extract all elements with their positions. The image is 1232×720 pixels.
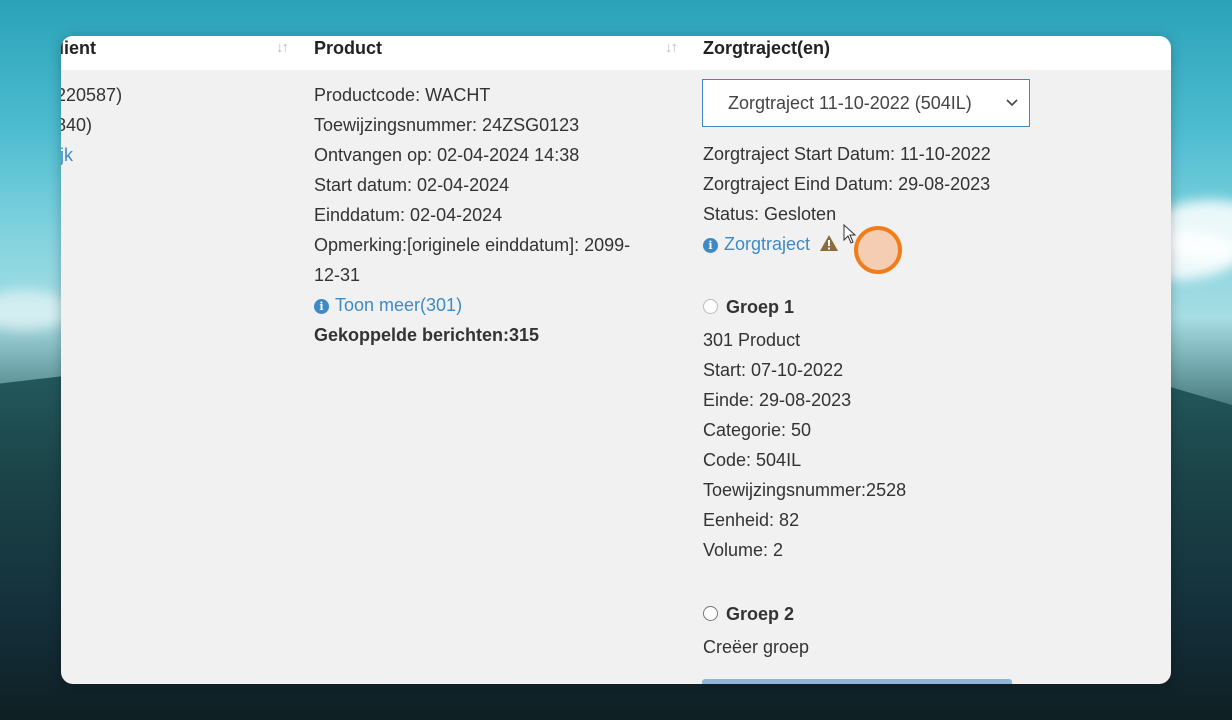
groep1-line: Eenheid: 82 — [703, 510, 800, 530]
warning-icon[interactable] — [819, 231, 839, 261]
zorgtraject-select[interactable]: Zorgtraject 11-10-2022 (504IL) — [702, 79, 1030, 127]
groep2-label: Groep 2 — [726, 604, 795, 624]
product-line: Toewijzingsnummer: 24ZSG0123 — [314, 115, 580, 135]
zorgtraject-eind: Zorgtraject Eind Datum: 29-08-2023 — [703, 174, 991, 194]
groep1-line: Einde: 29-08-2023 — [703, 390, 852, 410]
groep1-line: Categorie: 50 — [703, 420, 812, 440]
toon-meer-label: Toon meer(301) — [335, 295, 463, 315]
product-line: Productcode: WACHT — [314, 85, 491, 105]
sort-icon[interactable]: ↓↑ — [665, 39, 678, 56]
zorgtraject-start: Zorgtraject Start Datum: 11-10-2022 — [703, 144, 991, 164]
groep1-line: Start: 07-10-2022 — [703, 360, 844, 380]
client-cell: 220587) 840) ijk — [61, 80, 122, 170]
product-line: Einddatum: 02-04-2024 — [314, 205, 503, 225]
groep1-header: Groep 1 — [703, 292, 906, 322]
client-line: 840) — [61, 115, 93, 135]
product-line: Ontvangen op: 02-04-2024 14:38 — [314, 145, 580, 165]
toon-meer-link[interactable]: i Toon meer(301) — [314, 290, 630, 320]
table-header: lient ↓↑ Product ↓↑ Zorgtraject(en) — [61, 36, 1171, 70]
cloud — [0, 290, 70, 330]
groep1-line: 301 Product — [703, 330, 801, 350]
table-panel: lient ↓↑ Product ↓↑ Zorgtraject(en) 2205… — [61, 36, 1171, 684]
groep1-radio[interactable] — [703, 299, 718, 314]
chevron-down-icon — [1005, 80, 1019, 126]
header-product[interactable]: Product — [314, 36, 382, 70]
groep1-line: Toewijzingsnummer:2528 — [703, 480, 907, 500]
header-client[interactable]: lient — [61, 36, 96, 70]
groep2-block: Groep 2 Creëer groep — [703, 599, 809, 662]
groep1-line: Code: 504IL — [703, 450, 802, 470]
zorgtraject-select-value: Zorgtraject 11-10-2022 (504IL) — [728, 93, 972, 113]
groep1-block: Groep 1 301 Product Start: 07-10-2022 Ei… — [703, 292, 906, 565]
gekoppelde-berichten: Gekoppelde berichten:315 — [314, 325, 540, 345]
zorgtraject-link-label: Zorgtraject — [724, 234, 811, 254]
product-cell: Productcode: WACHT Toewijzingsnummer: 24… — [314, 80, 630, 350]
groep2-header: Groep 2 — [703, 599, 809, 629]
click-highlight — [854, 226, 902, 274]
groep2-radio[interactable] — [703, 606, 718, 621]
groep1-line: Volume: 2 — [703, 540, 784, 560]
product-line: 12-31 — [314, 265, 361, 285]
info-icon: i — [314, 299, 329, 314]
info-icon: i — [703, 238, 718, 253]
sort-icon[interactable]: ↓↑ — [276, 39, 289, 56]
header-zorgtraject: Zorgtraject(en) — [703, 38, 831, 58]
client-line: 220587) — [61, 85, 123, 105]
submit-button[interactable] — [702, 679, 1012, 684]
groep1-label: Groep 1 — [726, 297, 795, 317]
product-line: Start datum: 02-04-2024 — [314, 175, 510, 195]
creeer-groep-label: Creëer groep — [703, 637, 810, 657]
client-link[interactable]: ijk — [61, 140, 122, 170]
zorgtraject-link[interactable]: i Zorgtraject — [703, 234, 810, 254]
product-line: Opmerking:[originele einddatum]: 2099- — [314, 235, 631, 255]
